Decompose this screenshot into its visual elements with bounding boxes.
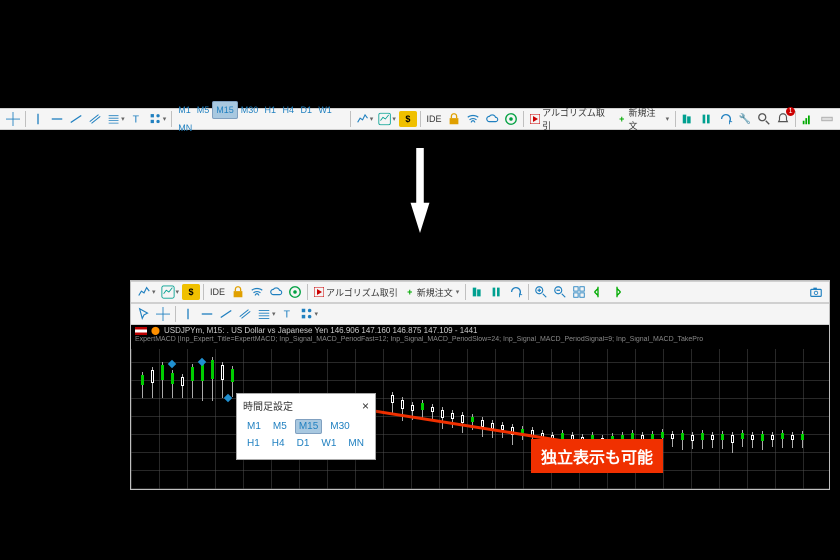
popup-tf-m5[interactable]: M5 xyxy=(269,419,291,434)
timeframe-d1[interactable]: D1 xyxy=(297,101,315,119)
chart-indicator-line: ExpertMACD [Inp_Expert_Title=ExpertMACD;… xyxy=(131,336,829,343)
fibo-icon[interactable]: ▾ xyxy=(105,110,127,128)
fibo-icon[interactable]: ▾ xyxy=(255,305,278,323)
indicator-icon[interactable]: ▾ xyxy=(159,283,182,301)
new-order-button[interactable]: +新規注文▾ xyxy=(402,286,463,299)
dollar-icon[interactable]: $ xyxy=(399,111,417,127)
line-chart-icon[interactable]: ▾ xyxy=(354,110,376,128)
svg-text:T: T xyxy=(132,114,139,126)
search-icon[interactable] xyxy=(755,110,773,128)
refresh-icon[interactable] xyxy=(507,283,525,301)
panel-toolbar-lower: ▾ T ▾ xyxy=(131,303,829,325)
trendline-icon[interactable] xyxy=(217,305,235,323)
timeframe-popup: 時間足設定 × M1 M5 M15 M30 H1 H4 D1W1 MN xyxy=(236,393,376,460)
refresh-icon[interactable] xyxy=(717,110,735,128)
algo-trading-label: アルゴリズム取引 xyxy=(542,106,610,132)
hline-icon[interactable] xyxy=(48,110,66,128)
timeframe-mn[interactable]: MN xyxy=(175,119,195,137)
depth2-icon[interactable] xyxy=(488,283,506,301)
crosshair-icon[interactable] xyxy=(154,305,172,323)
timeframe-h1[interactable]: H1 xyxy=(261,101,279,119)
camera-icon[interactable] xyxy=(807,283,825,301)
indicator-icon[interactable]: ▾ xyxy=(376,110,398,128)
wifi-icon[interactable] xyxy=(464,110,482,128)
ide-button[interactable]: IDE xyxy=(207,283,228,301)
chart-canvas[interactable]: ⬤ USDJPYm, M15: . US Dollar vs Japanese … xyxy=(131,325,829,489)
bell-icon[interactable] xyxy=(774,110,792,128)
popup-tf-d1[interactable]: D1 xyxy=(293,436,314,451)
vps-icon[interactable] xyxy=(502,110,520,128)
popup-tf-h4[interactable]: H4 xyxy=(268,436,289,451)
shapes-icon[interactable]: ▾ xyxy=(298,305,321,323)
shapes-icon[interactable]: ▾ xyxy=(147,110,169,128)
toolbar-row: ▾ T ▾ M1M5M15M30H1H4D1W1MN ▾ ▾ $ IDE アルゴ… xyxy=(0,108,840,130)
cursor-icon[interactable] xyxy=(135,305,153,323)
text-icon[interactable]: T xyxy=(279,305,297,323)
algo-trading-button[interactable]: アルゴリズム取引 xyxy=(311,286,401,299)
vline-icon[interactable] xyxy=(29,110,47,128)
sync-left-icon[interactable] xyxy=(589,283,607,301)
lock-icon[interactable] xyxy=(229,283,247,301)
depth-icon[interactable] xyxy=(469,283,487,301)
text-icon[interactable]: T xyxy=(128,110,146,128)
new-order-label: 新規注文 xyxy=(629,106,663,132)
timeframe-w1[interactable]: W1 xyxy=(315,101,335,119)
timeframe-m5[interactable]: M5 xyxy=(194,101,213,119)
depth-icon[interactable] xyxy=(679,110,697,128)
timeframe-m15[interactable]: M15 xyxy=(212,101,238,119)
chart-symbol-line: ⬤ USDJPYm, M15: . US Dollar vs Japanese … xyxy=(131,325,829,336)
ide-button[interactable]: IDE xyxy=(424,110,444,128)
timeframe-m30[interactable]: M30 xyxy=(238,101,262,119)
new-order-button[interactable]: +新規注文▾ xyxy=(614,106,672,132)
grid-icon[interactable] xyxy=(570,283,588,301)
wifi-icon[interactable] xyxy=(248,283,266,301)
sync-right-icon[interactable] xyxy=(608,283,626,301)
panel-toolbar-upper: ▾ ▾ $ IDE アルゴリズム取引 +新規注文▾ xyxy=(131,281,829,303)
callout-label: 独立表示も可能 xyxy=(531,439,663,473)
lock-icon[interactable] xyxy=(445,110,463,128)
vline-icon[interactable] xyxy=(179,305,197,323)
algo-trading-button[interactable]: アルゴリズム取引 xyxy=(527,106,613,132)
wrench-icon[interactable]: 🔧 xyxy=(736,110,754,128)
vps-icon[interactable] xyxy=(286,283,304,301)
popup-tf-m15[interactable]: M15 xyxy=(295,419,322,434)
signal-icon[interactable] xyxy=(799,110,817,128)
svg-text:T: T xyxy=(283,309,290,321)
popup-tf-h1[interactable]: H1 xyxy=(243,436,264,451)
depth2-icon[interactable] xyxy=(698,110,716,128)
zoom-out-icon[interactable] xyxy=(551,283,569,301)
close-icon[interactable]: × xyxy=(362,399,369,413)
hline-icon[interactable] xyxy=(198,305,216,323)
popup-tf-m1[interactable]: M1 xyxy=(243,419,265,434)
channel-icon[interactable] xyxy=(236,305,254,323)
line-chart-icon[interactable]: ▾ xyxy=(135,283,158,301)
cloud-icon[interactable] xyxy=(267,283,285,301)
timeframe-h4[interactable]: H4 xyxy=(279,101,297,119)
top-toolbar-combined: ▾ T ▾ M1M5M15M30H1H4D1W1MN ▾ ▾ $ IDE アルゴ… xyxy=(0,108,840,130)
popup-tf-mn[interactable]: MN xyxy=(344,436,368,451)
channel-icon[interactable] xyxy=(86,110,104,128)
trendline-icon[interactable] xyxy=(67,110,85,128)
chart-panel: ▾ ▾ $ IDE アルゴリズム取引 +新規注文▾ xyxy=(130,280,830,490)
popup-title: 時間足設定 xyxy=(243,398,293,413)
popup-tf-m30[interactable]: M30 xyxy=(326,419,353,434)
crosshair-icon[interactable] xyxy=(4,110,22,128)
arrow-down-graphic xyxy=(410,148,430,233)
cloud-icon[interactable] xyxy=(483,110,501,128)
dollar-icon[interactable]: $ xyxy=(182,284,200,300)
popup-tf-w1[interactable]: W1 xyxy=(317,436,340,451)
timeframe-m1[interactable]: M1 xyxy=(175,101,194,119)
zoom-in-icon[interactable] xyxy=(532,283,550,301)
more-icon[interactable] xyxy=(818,110,836,128)
flag-icon xyxy=(135,327,147,335)
